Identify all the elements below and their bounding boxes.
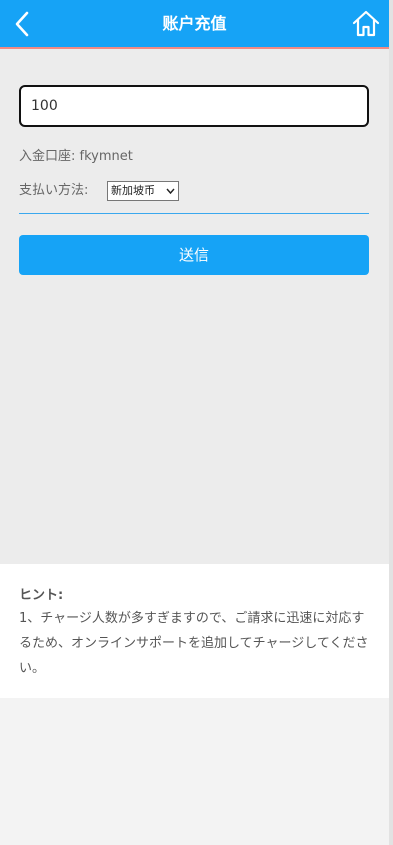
home-icon <box>352 10 380 37</box>
submit-button[interactable]: 送信 <box>19 235 369 275</box>
header-bar: 账户充值 <box>0 0 389 49</box>
payment-method-select[interactable]: 新加坡币 <box>107 181 179 201</box>
payment-method-label: 支払い方法: <box>19 183 89 198</box>
payment-method-selected: 新加坡币 <box>111 184 155 197</box>
home-button[interactable] <box>350 8 382 40</box>
chevron-down-icon <box>166 188 175 195</box>
page-title: 账户充值 <box>162 14 227 33</box>
page: 账户充值 入金口座: fkymnet 支払い方法: 新加坡币 送信 <box>0 0 389 845</box>
account-row: 入金口座: fkymnet <box>19 145 133 164</box>
hint-title: ヒント: <box>19 588 64 603</box>
scrollbar-track <box>389 0 393 845</box>
recharge-form: 入金口座: fkymnet 支払い方法: 新加坡币 送信 <box>0 49 389 564</box>
bottom-blank-area <box>0 698 389 845</box>
divider <box>19 213 369 214</box>
amount-input[interactable] <box>19 85 369 127</box>
payment-method-row: 支払い方法: 新加坡币 <box>19 180 179 202</box>
hint-text: 1、チャージ人数が多すぎますので、ご請求に迅速に対応するため、オンラインサポート… <box>19 611 369 676</box>
account-label: 入金口座: <box>19 149 76 164</box>
hint-box: ヒント: 1、チャージ人数が多すぎますので、ご請求に迅速に対応するため、オンライ… <box>0 564 389 698</box>
account-value: fkymnet <box>79 149 133 164</box>
